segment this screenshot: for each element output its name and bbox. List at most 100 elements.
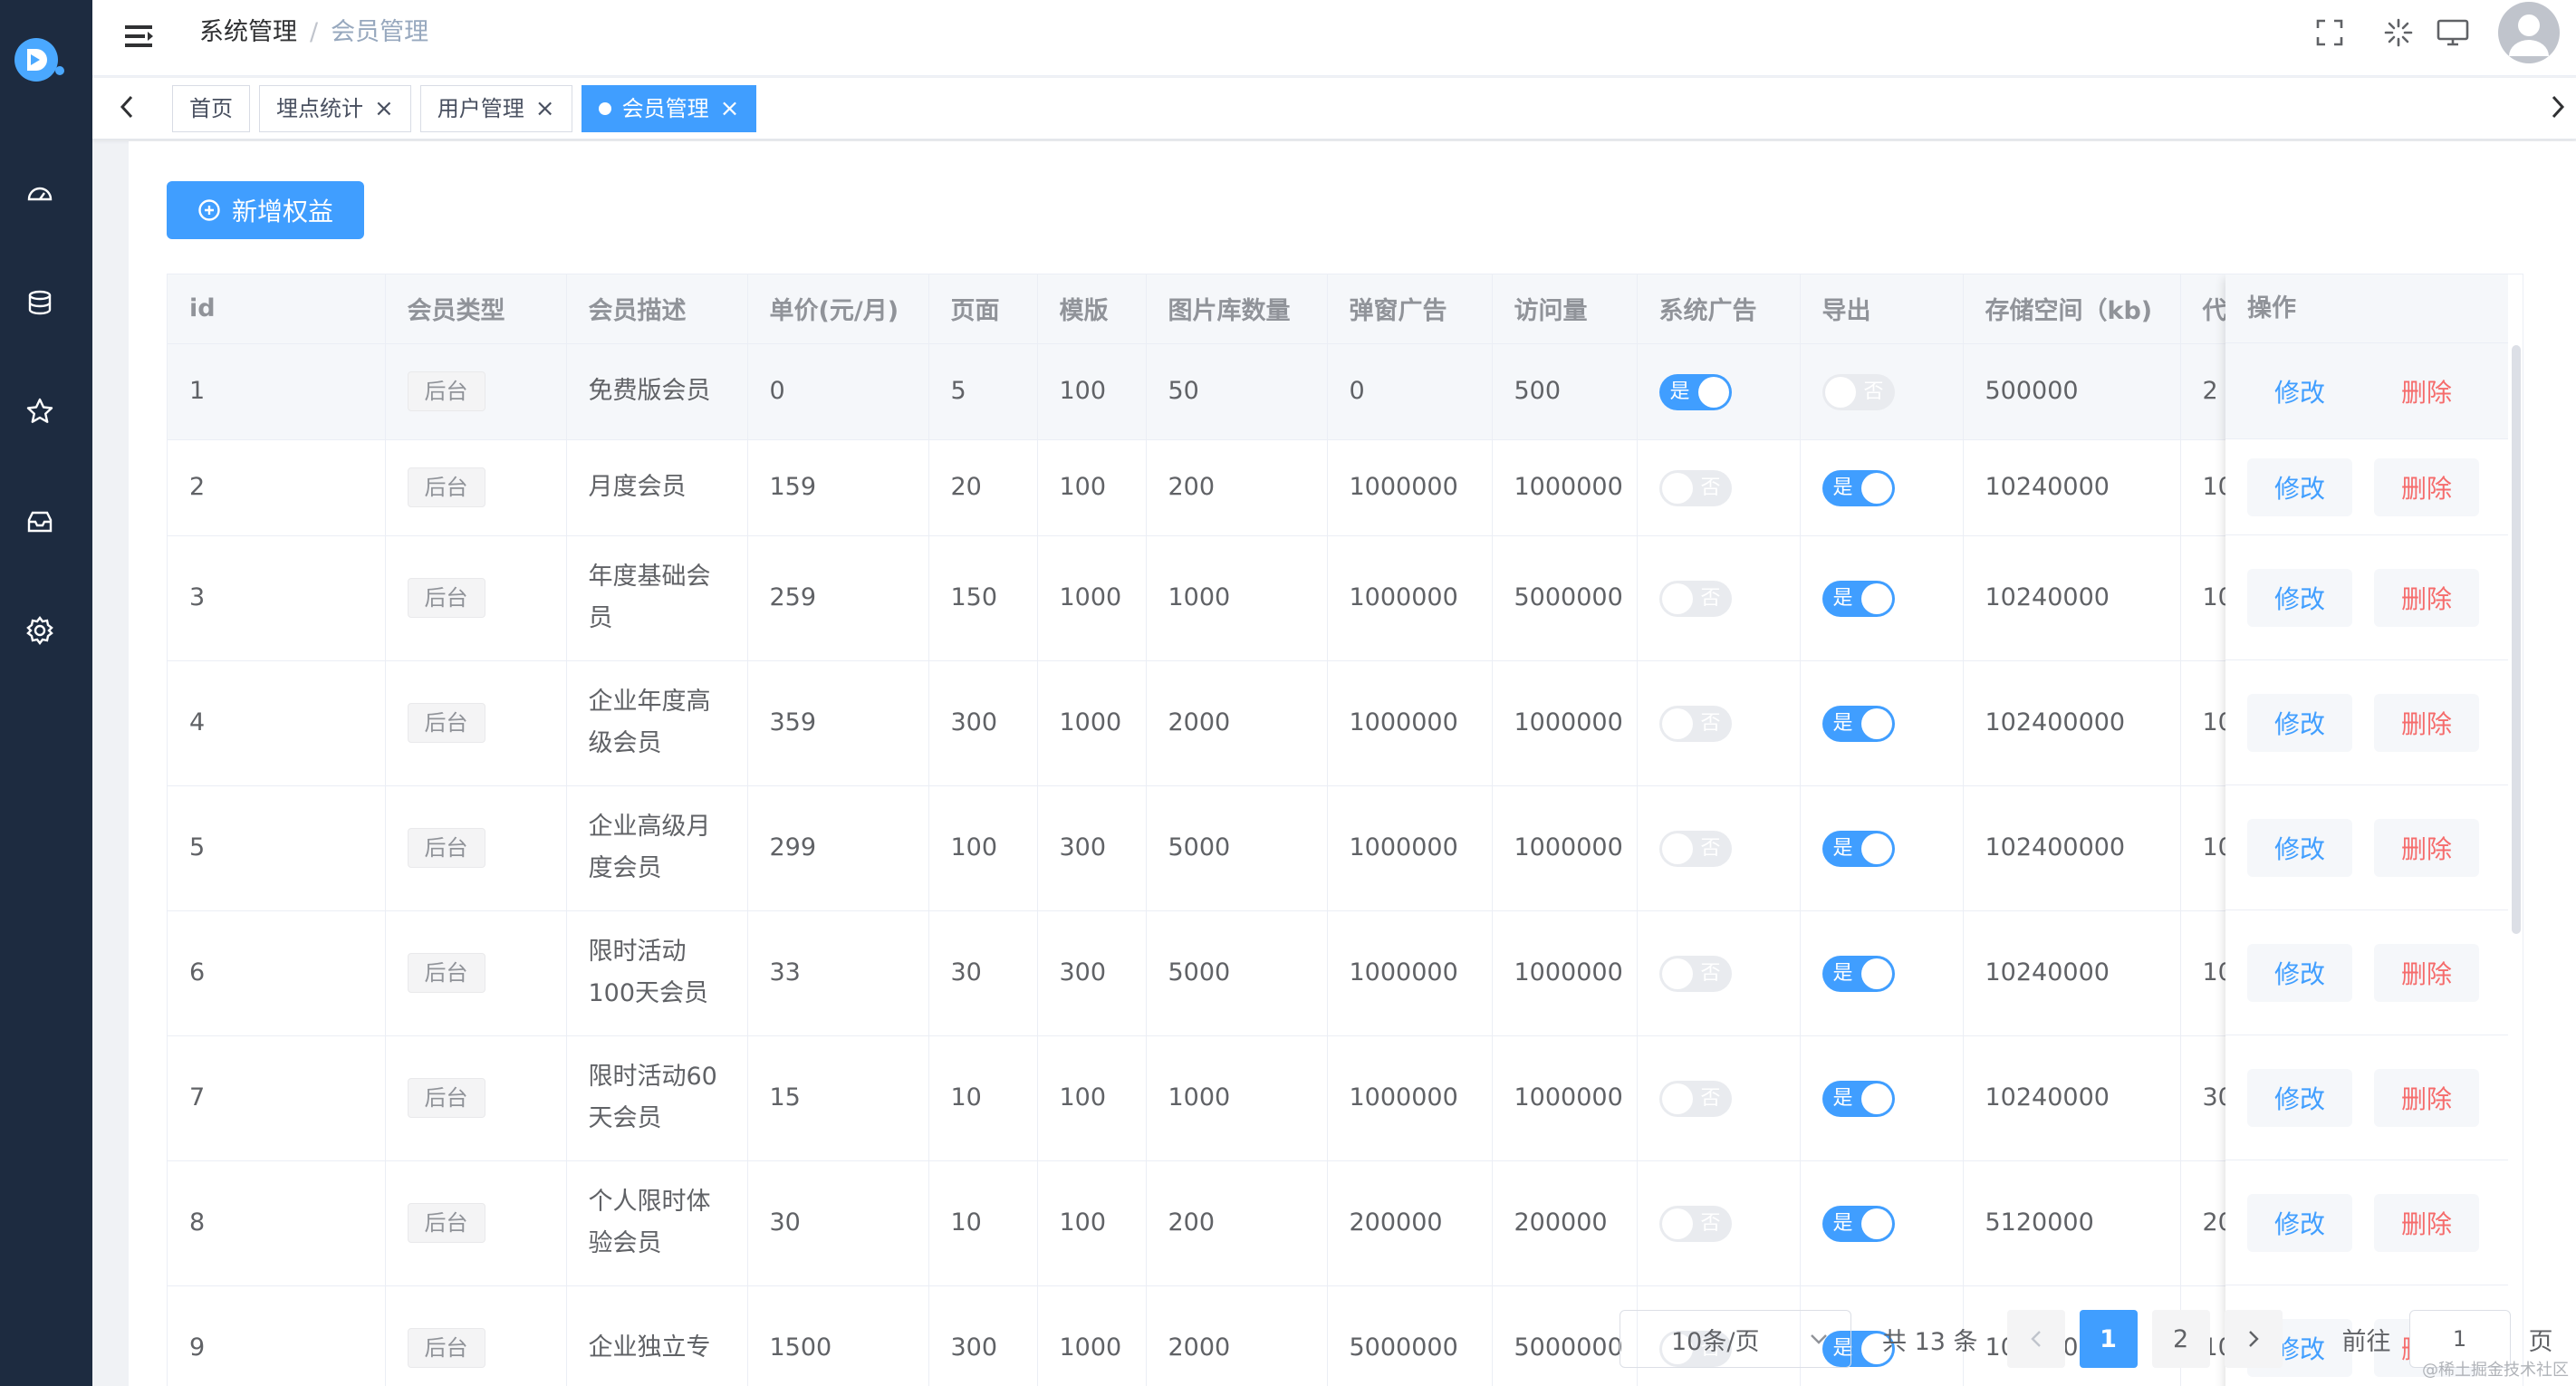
tags-scroll-right-icon[interactable] — [2540, 87, 2576, 127]
tag-3[interactable]: 会员管理 × — [581, 85, 757, 132]
tag-1[interactable]: 埋点统计 × — [259, 85, 411, 132]
operations-fixed-column: 操作 修改删除修改删除修改删除修改删除修改删除修改删除修改删除修改删除修改删除 — [2225, 274, 2508, 1386]
prev-page-button[interactable] — [2006, 1310, 2065, 1368]
delete-button[interactable]: 删除 — [2374, 1193, 2479, 1252]
logo-icon[interactable] — [13, 31, 69, 87]
toggle-switch[interactable]: 否 — [1658, 955, 1732, 992]
cell-gallery: 2000 — [1146, 660, 1328, 786]
loading-icon[interactable] — [2379, 13, 2418, 53]
edit-button[interactable]: 修改 — [2247, 1193, 2352, 1252]
close-icon[interactable]: × — [374, 97, 394, 120]
delete-button[interactable]: 删除 — [2374, 457, 2479, 516]
operations-row: 修改删除 — [2225, 1035, 2508, 1160]
cell-export: 是 — [1800, 439, 1964, 536]
cell-visits: 200000 — [1492, 1160, 1638, 1286]
page-size-select[interactable]: 10条/页 — [1620, 1310, 1851, 1368]
delete-button[interactable]: 删除 — [2374, 568, 2479, 627]
cell-pages: 100 — [928, 785, 1038, 911]
cell-visits: 1000000 — [1492, 910, 1638, 1036]
cell-popup: 1000000 — [1327, 785, 1493, 911]
toggle-label: 否 — [1700, 586, 1721, 610]
toggle-knob — [1860, 833, 1892, 864]
edit-button[interactable]: 修改 — [2247, 943, 2352, 1002]
tags-scroll-left-icon[interactable] — [109, 87, 145, 127]
gear-icon[interactable] — [22, 612, 58, 649]
cell-sysad: 否 — [1637, 910, 1801, 1036]
toggle-switch[interactable]: 否 — [1658, 1205, 1732, 1242]
cell-export: 是 — [1800, 1160, 1964, 1286]
column-header-10: 导出 — [1800, 274, 1964, 344]
toggle-label: 否 — [1700, 1211, 1721, 1235]
toggle-switch[interactable]: 是 — [1821, 580, 1895, 617]
cell-storage: 102400000 — [1963, 785, 2181, 911]
page-button-2[interactable]: 2 — [2151, 1310, 2210, 1368]
edit-button[interactable]: 修改 — [2247, 457, 2352, 516]
cell-storage: 102400000 — [1963, 660, 2181, 786]
dashboard-icon[interactable] — [22, 176, 58, 212]
vertical-scrollbar[interactable] — [2512, 345, 2521, 934]
table-body: id 会员类型 会员描述 单价(元/月) 页面 模版 图片库数量 弹窗广告 访问量 系统广告 导出存… — [168, 274, 2380, 1386]
toggle-switch[interactable]: 否 — [1658, 469, 1732, 506]
cell-sysad: 是 — [1637, 343, 1801, 440]
delete-button[interactable]: 删除 — [2374, 693, 2479, 752]
delete-button[interactable]: 删除 — [2374, 362, 2479, 420]
toggle-switch[interactable]: 否 — [1658, 1080, 1732, 1117]
tag-label: 首页 — [189, 96, 233, 121]
cell-storage: 10240000 — [1963, 535, 2181, 661]
toggle-switch[interactable]: 否 — [1658, 580, 1732, 617]
operations-row: 修改删除 — [2225, 910, 2508, 1035]
cell-popup: 1000000 — [1327, 439, 1493, 536]
delete-button[interactable]: 删除 — [2374, 818, 2479, 877]
edit-button[interactable]: 修改 — [2247, 818, 2352, 877]
toggle-switch[interactable]: 是 — [1821, 1080, 1895, 1117]
cell-id: 9 — [168, 1285, 386, 1386]
database-icon[interactable] — [22, 284, 58, 321]
delete-button[interactable]: 删除 — [2374, 943, 2479, 1002]
toggle-switch[interactable]: 是 — [1821, 955, 1895, 992]
cell-pages: 300 — [928, 660, 1038, 786]
add-benefit-button[interactable]: 新增权益 — [167, 181, 364, 239]
close-icon[interactable]: × — [535, 97, 555, 120]
tag-2[interactable]: 用户管理 × — [419, 85, 572, 132]
cell-pages: 5 — [928, 343, 1038, 440]
avatar[interactable] — [2498, 2, 2560, 63]
cell-price: 15 — [747, 1035, 929, 1161]
tag-0[interactable]: 首页 — [172, 85, 250, 132]
fullscreen-icon[interactable] — [2310, 13, 2350, 53]
cell-templates: 300 — [1037, 910, 1147, 1036]
toggle-label: 是 — [1832, 586, 1853, 610]
cell-price: 30 — [747, 1160, 929, 1286]
toggle-switch[interactable]: 否 — [1658, 705, 1732, 742]
cell-type: 后台 — [385, 1035, 567, 1161]
next-page-button[interactable] — [2224, 1310, 2283, 1368]
toggle-switch[interactable]: 是 — [1821, 705, 1895, 742]
close-icon[interactable]: × — [720, 97, 740, 120]
page-button-1[interactable]: 1 — [2079, 1310, 2138, 1368]
cell-type: 后台 — [385, 910, 567, 1036]
delete-button[interactable]: 删除 — [2374, 1068, 2479, 1127]
toggle-switch[interactable]: 是 — [1658, 373, 1732, 410]
toggle-switch[interactable]: 否 — [1658, 830, 1732, 867]
cell-sysad: 否 — [1637, 535, 1801, 661]
breadcrumb-item-system[interactable]: 系统管理 — [199, 18, 297, 46]
edit-button[interactable]: 修改 — [2247, 693, 2352, 752]
cell-type: 后台 — [385, 535, 567, 661]
toggle-switch[interactable]: 是 — [1821, 830, 1895, 867]
toggle-switch[interactable]: 否 — [1821, 373, 1895, 410]
toggle-label: 否 — [1700, 961, 1721, 985]
cell-popup: 200000 — [1327, 1160, 1493, 1286]
toggle-switch[interactable]: 是 — [1821, 1205, 1895, 1242]
hamburger-icon[interactable] — [123, 20, 156, 53]
member-type-tag: 后台 — [407, 703, 485, 743]
add-benefit-label: 新增权益 — [231, 197, 333, 226]
edit-button[interactable]: 修改 — [2247, 362, 2352, 420]
cell-templates: 300 — [1037, 785, 1147, 911]
monitor-icon[interactable] — [2433, 13, 2473, 53]
edit-button[interactable]: 修改 — [2247, 568, 2352, 627]
toggle-switch[interactable]: 是 — [1821, 469, 1895, 506]
inbox-icon[interactable] — [22, 504, 58, 540]
edit-button[interactable]: 修改 — [2247, 1068, 2352, 1127]
star-icon[interactable] — [22, 393, 58, 429]
cell-id: 1 — [168, 343, 386, 440]
cell-export: 是 — [1800, 1035, 1964, 1161]
